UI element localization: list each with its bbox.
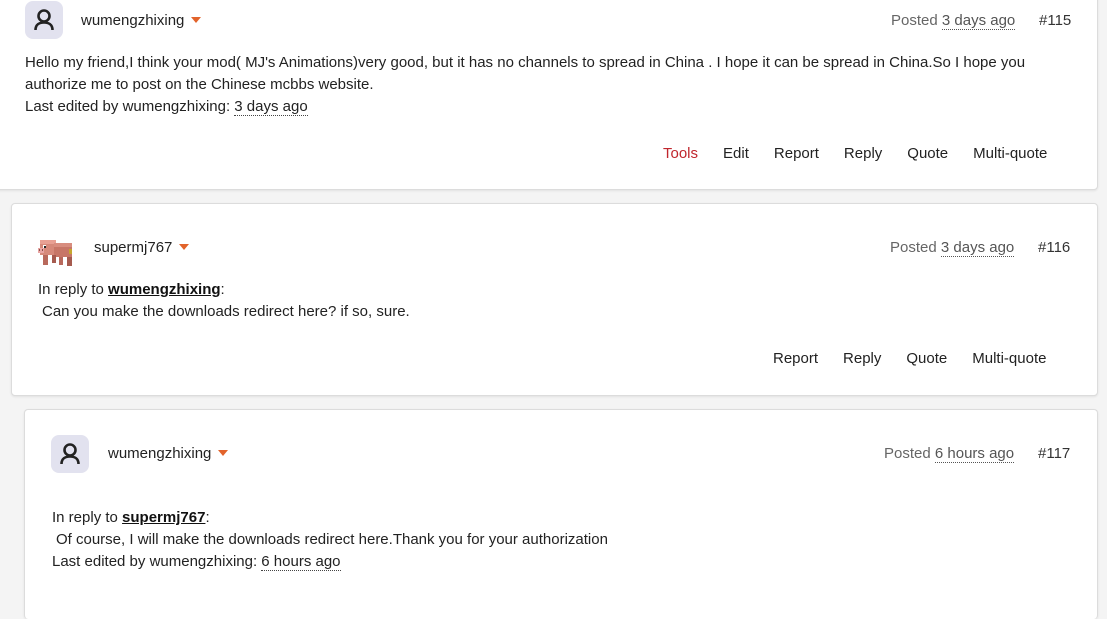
posted-label: Posted [890,239,937,256]
caret-down-icon[interactable] [191,17,202,24]
reply-prefix: In reply to [38,281,104,298]
edited-note: Last edited by wumengzhixing: 6 hours ag… [52,551,608,573]
post-actions: Report Reply Quote Multi-quote [773,350,1046,367]
user-icon [60,443,80,465]
body-line: Of course, I will make the downloads red… [56,531,608,548]
post-time[interactable]: 3 days ago [941,12,1016,30]
post-body: Hello my friend,I think your mod( MJ's A… [25,52,1025,118]
post-number[interactable]: #115 [1039,12,1071,29]
caret-down-icon[interactable] [218,450,229,457]
multi-quote-button[interactable]: Multi-quote [972,350,1046,367]
report-button[interactable]: Report [774,145,819,162]
post-time[interactable]: 6 hours ago [934,445,1015,463]
edited-label: Last edited by wumengzhixing: [25,98,231,115]
post-number[interactable]: #117 [1038,445,1070,462]
edited-time[interactable]: 6 hours ago [261,553,341,571]
body-line: authorize me to post on the Chinese mcbb… [25,76,374,93]
edited-note: Last edited by wumengzhixing: 3 days ago [25,96,1025,118]
reply-button[interactable]: Reply [844,145,882,162]
edited-time[interactable]: 3 days ago [234,98,308,116]
username[interactable]: wumengzhixing [81,12,202,29]
reply-note: In reply to wumengzhixing: [38,279,410,301]
username[interactable]: supermj767 [94,239,190,256]
reply-suffix: : [220,281,225,298]
caret-down-icon[interactable] [179,244,190,251]
post-actions: Tools Edit Report Reply Quote Multi-quot… [663,145,1047,162]
reply-note: In reply to supermj767: [52,507,608,529]
quote-button[interactable]: Quote [906,350,947,367]
post-time[interactable]: 3 days ago [940,239,1015,257]
post-meta: Posted 6 hours ago [884,445,1015,463]
post-117: wumengzhixing Posted 6 hours ago #117 In… [24,409,1098,619]
body-line: Can you make the downloads redirect here… [42,303,410,320]
edit-button[interactable]: Edit [723,145,749,162]
username-label[interactable]: supermj767 [94,239,172,256]
tools-button[interactable]: Tools [663,145,698,162]
post-116: supermj767 Posted 3 days ago #116 In rep… [11,203,1098,396]
post-115: wumengzhixing Posted 3 days ago #115 Hel… [0,0,1098,190]
post-meta: Posted 3 days ago [890,239,1015,257]
reply-to-link[interactable]: supermj767 [122,509,205,526]
posted-label: Posted [884,445,931,462]
post-body: In reply to wumengzhixing: Can you make … [38,279,410,323]
username-label[interactable]: wumengzhixing [81,12,184,29]
edited-label: Last edited by wumengzhixing: [52,553,258,570]
reply-to-link[interactable]: wumengzhixing [108,281,221,298]
post-number[interactable]: #116 [1038,239,1070,256]
post-meta: Posted 3 days ago [891,12,1016,30]
user-icon [34,9,54,31]
avatar[interactable] [25,1,63,39]
avatar[interactable] [51,435,89,473]
username-label[interactable]: wumengzhixing [108,445,211,462]
reply-suffix: : [205,509,210,526]
reply-button[interactable]: Reply [843,350,881,367]
reply-prefix: In reply to [52,509,118,526]
pig-avatar-icon [38,240,72,266]
quote-button[interactable]: Quote [907,145,948,162]
username[interactable]: wumengzhixing [108,445,229,462]
posted-label: Posted [891,12,938,29]
body-line: Hello my friend,I think your mod( MJ's A… [25,54,1026,71]
avatar[interactable] [37,229,77,269]
report-button[interactable]: Report [773,350,818,367]
multi-quote-button[interactable]: Multi-quote [973,145,1047,162]
post-body: In reply to supermj767: Of course, I wil… [52,507,608,573]
